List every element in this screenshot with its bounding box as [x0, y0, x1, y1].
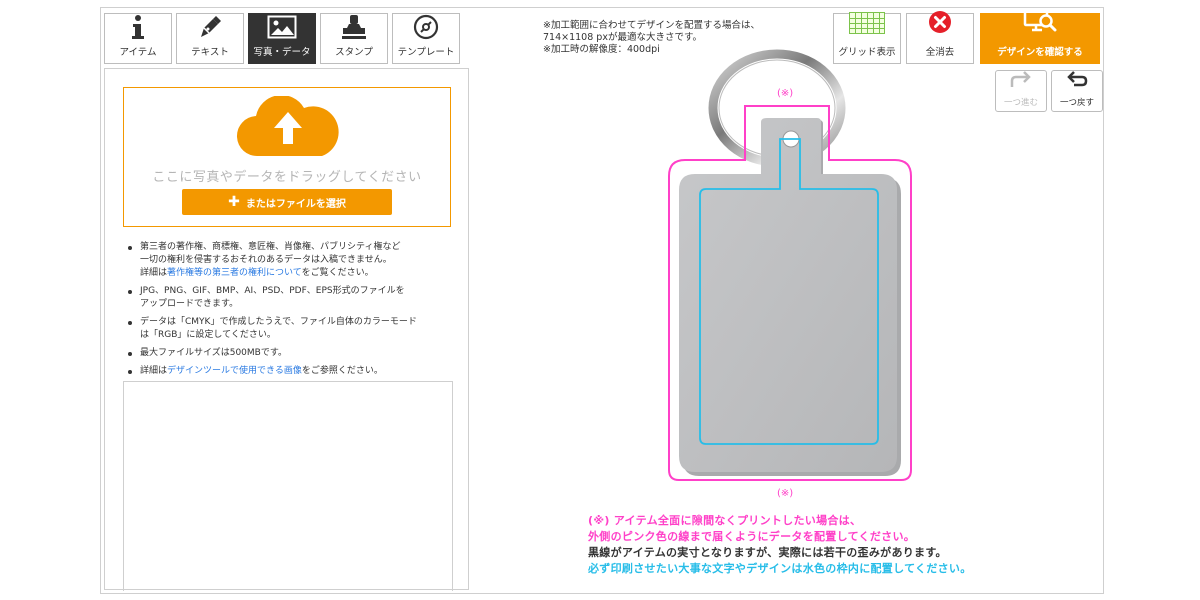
confirm-design-button[interactable]: デザインを確認する — [980, 8, 1100, 64]
bleed-mark-bottom: (※) — [777, 488, 794, 499]
bleed-mark-top: (※) — [777, 88, 794, 99]
grid-label: グリッド表示 — [838, 47, 896, 58]
design-tool-frame: アイテム テキスト 写真・データ スタンプ テンプレート ここに写真やデータをド… — [100, 7, 1104, 594]
redo-button[interactable]: 一つ進む — [995, 70, 1047, 112]
undo-label: 一つ戻す — [1059, 98, 1094, 108]
redo-icon — [1009, 71, 1033, 93]
grid-icon — [849, 12, 885, 38]
close-icon — [928, 10, 952, 38]
preview-search-icon — [1023, 8, 1057, 38]
clear-all-button[interactable]: 全消去 — [906, 10, 974, 64]
clear-all-label: 全消去 — [925, 47, 955, 58]
size-notes: ※加工範囲に合わせてデザインを配置する場合は、 714×1108 pxが最適な大… — [543, 20, 760, 55]
undo-icon — [1065, 71, 1089, 93]
print-guidelines: (※) アイテム全面に隙間なくプリントしたい場合は、 外側のピンク色の線まで届く… — [588, 514, 972, 575]
redo-label: 一つ進む — [1003, 98, 1038, 108]
grid-button[interactable]: グリッド表示 — [833, 12, 901, 64]
undo-button[interactable]: 一つ戻す — [1051, 70, 1103, 112]
confirm-design-label: デザインを確認する — [997, 47, 1083, 58]
design-canvas[interactable] — [101, 8, 1105, 595]
keychain-plate — [679, 118, 901, 476]
